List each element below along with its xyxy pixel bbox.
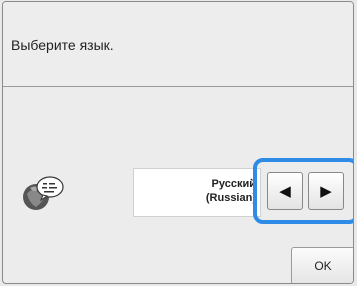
- globe-speech-icon: [23, 176, 64, 210]
- ok-button[interactable]: OK: [291, 247, 353, 283]
- previous-language-button[interactable]: ◀: [267, 172, 303, 210]
- right-arrow-icon: ▶: [320, 183, 332, 200]
- language-english-name: (Russian): [205, 192, 256, 204]
- language-dialog: Выберите язык. Русский (Russian) ◀ ▶ OK: [2, 1, 354, 284]
- language-display: Русский (Russian): [133, 168, 261, 217]
- left-arrow-icon: ◀: [279, 183, 291, 200]
- dialog-header: Выберите язык.: [3, 2, 353, 87]
- next-language-button[interactable]: ▶: [308, 172, 344, 210]
- prompt-text: Выберите язык.: [11, 37, 114, 53]
- language-name: Русский: [211, 178, 256, 190]
